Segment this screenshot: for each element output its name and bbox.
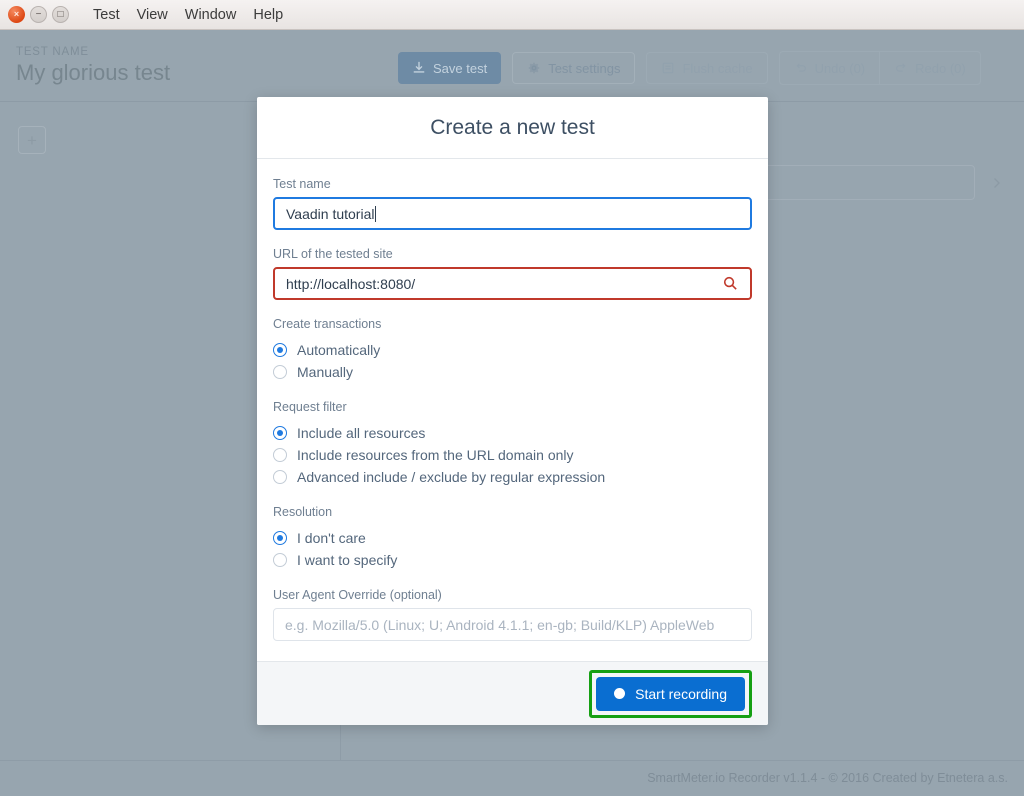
radio-icon[interactable]: [273, 343, 287, 357]
test-name-input-value: Vaadin tutorial: [286, 205, 375, 222]
test-settings-button[interactable]: Test settings: [512, 52, 636, 84]
dialog-body: Test name Vaadin tutorial URL of the tes…: [257, 159, 768, 661]
maximize-window-icon[interactable]: □: [52, 6, 69, 23]
test-name-field-label: Test name: [273, 177, 331, 191]
menu-item-view[interactable]: View: [137, 7, 168, 23]
radio-label: I don't care: [297, 530, 366, 546]
chevron-right-icon[interactable]: [990, 175, 1004, 191]
undo-icon: [794, 61, 808, 75]
undo-redo-group: Undo (0) Redo (0): [778, 51, 981, 85]
search-icon[interactable]: [722, 275, 739, 292]
resolution-group: Resolution I don't care I want to specif…: [273, 505, 752, 570]
radio-label: Manually: [297, 364, 354, 380]
redo-icon: [894, 61, 908, 75]
footer-text: SmartMeter.io Recorder v1.1.4 - © 2016 C…: [647, 771, 1008, 785]
radio-icon[interactable]: [273, 426, 287, 440]
url-field-label: URL of the tested site: [273, 247, 393, 261]
radio-option-include-all[interactable]: Include all resources: [273, 423, 752, 443]
radio-label: Include all resources: [297, 425, 426, 441]
test-name-input[interactable]: Vaadin tutorial: [273, 197, 752, 230]
add-step-button[interactable]: +: [18, 126, 46, 154]
window-titlebar: × − □ Test View Window Help: [0, 0, 1024, 30]
radio-icon[interactable]: [273, 531, 287, 545]
menu-item-test[interactable]: Test: [93, 7, 120, 23]
radio-option-manually[interactable]: Manually: [273, 362, 752, 382]
download-icon: [412, 61, 426, 75]
test-name-value: My glorious test: [16, 60, 171, 85]
dialog-header: Create a new test: [257, 97, 768, 159]
flush-cache-icon: [661, 61, 675, 75]
radio-label: Advanced include / exclude by regular ex…: [297, 469, 606, 485]
radio-icon[interactable]: [273, 553, 287, 567]
radio-label: I want to specify: [297, 552, 398, 568]
radio-option-want-specify[interactable]: I want to specify: [273, 550, 752, 570]
radio-option-advanced-regex[interactable]: Advanced include / exclude by regular ex…: [273, 467, 752, 487]
radio-option-automatically[interactable]: Automatically: [273, 340, 752, 360]
save-test-button[interactable]: Save test: [398, 52, 502, 84]
create-test-dialog: Create a new test Test name Vaadin tutor…: [257, 97, 768, 725]
flush-cache-label: Flush cache: [682, 60, 753, 76]
start-recording-label: Start recording: [635, 685, 727, 702]
radio-option-dont-care[interactable]: I don't care: [273, 528, 752, 548]
create-transactions-group: Create transactions Automatically Manual…: [273, 317, 752, 382]
resolution-label: Resolution: [273, 505, 333, 519]
application-window: × − □ Test View Window Help TEST NAME My…: [0, 0, 1024, 796]
undo-label: Undo (0): [814, 60, 866, 76]
radio-icon[interactable]: [273, 470, 287, 484]
radio-label: Include resources from the URL domain on…: [297, 447, 574, 463]
close-window-icon[interactable]: ×: [8, 6, 25, 23]
create-transactions-label: Create transactions: [273, 317, 382, 331]
record-icon: [614, 688, 626, 699]
url-input-value: http://localhost:8080/: [286, 275, 416, 292]
test-settings-label: Test settings: [548, 60, 621, 76]
radio-option-include-domain-only[interactable]: Include resources from the URL domain on…: [273, 445, 752, 465]
gear-icon: [527, 61, 541, 75]
menu-bar: Test View Window Help: [93, 7, 283, 23]
dialog-footer: Start recording: [257, 661, 768, 725]
radio-icon[interactable]: [273, 448, 287, 462]
test-name-label: TEST NAME: [16, 46, 89, 58]
start-recording-button[interactable]: Start recording: [596, 676, 745, 711]
redo-label: Redo (0): [915, 60, 966, 76]
url-field-block: URL of the tested site http://localhost:…: [273, 247, 752, 300]
user-agent-label: User Agent Override (optional): [273, 588, 442, 602]
request-filter-label: Request filter: [273, 400, 347, 414]
user-agent-input[interactable]: e.g. Mozilla/5.0 (Linux; U; Android 4.1.…: [273, 608, 752, 641]
start-recording-highlight: Start recording: [589, 669, 752, 718]
dialog-title: Create a new test: [430, 115, 595, 139]
menu-item-window[interactable]: Window: [185, 7, 237, 23]
app-footer: SmartMeter.io Recorder v1.1.4 - © 2016 C…: [0, 760, 1024, 796]
flush-cache-button[interactable]: Flush cache: [646, 52, 768, 84]
radio-label: Automatically: [297, 342, 381, 358]
request-filter-group: Request filter Include all resources Inc…: [273, 400, 752, 487]
minimize-window-icon[interactable]: −: [30, 6, 47, 23]
header-toolbar: Save test Test settings Flush cache Undo…: [398, 51, 981, 85]
radio-icon[interactable]: [273, 365, 287, 379]
menu-item-help[interactable]: Help: [253, 7, 283, 23]
text-caret: [375, 205, 377, 222]
user-agent-field-block: User Agent Override (optional) e.g. Mozi…: [273, 588, 752, 641]
undo-button[interactable]: Undo (0): [780, 52, 880, 84]
test-name-field-block: Test name Vaadin tutorial: [273, 177, 752, 230]
save-test-label: Save test: [433, 60, 488, 76]
window-controls: × − □: [8, 6, 69, 23]
url-input[interactable]: http://localhost:8080/: [273, 267, 752, 300]
user-agent-placeholder: e.g. Mozilla/5.0 (Linux; U; Android 4.1.…: [285, 616, 715, 633]
redo-button[interactable]: Redo (0): [879, 52, 980, 84]
